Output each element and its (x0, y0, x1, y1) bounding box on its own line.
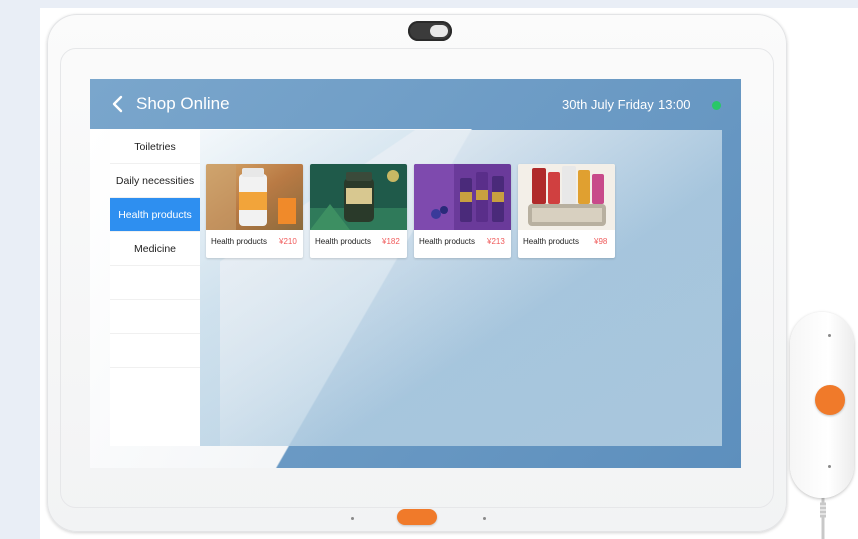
product-price: ¥98 (594, 237, 608, 246)
product-image (414, 164, 511, 230)
product-price: ¥213 (487, 237, 505, 246)
pendant-cable (820, 492, 826, 539)
sidebar-item-medicine[interactable]: Medicine (110, 232, 200, 266)
sidebar-item-label: Health products (118, 208, 192, 221)
page-title: Shop Online (136, 94, 230, 113)
category-sidebar: Toiletries Daily necessities Health prod… (110, 130, 200, 446)
product-label: Health products (523, 237, 580, 246)
sidebar-empty-row (110, 266, 200, 300)
product-card[interactable]: Health products ¥213 (414, 164, 511, 258)
sidebar-item-label: Daily necessities (115, 174, 195, 187)
chevron-left-icon[interactable] (110, 95, 126, 113)
product-image (206, 164, 303, 230)
sidebar-item-daily-necessities[interactable]: Daily necessities (110, 164, 200, 198)
product-image (310, 164, 407, 230)
sidebar-item-health-products[interactable]: Health products (110, 198, 200, 232)
date-label: 30th July Friday (562, 97, 654, 112)
product-card[interactable]: Health products ¥210 (206, 164, 303, 258)
call-button[interactable] (815, 385, 845, 415)
product-label: Health products (211, 237, 268, 246)
indicator-dot (828, 334, 831, 337)
indicator-dot (828, 465, 831, 468)
camera-icon (408, 21, 452, 41)
header-bar: Shop Online 30th July Friday 13:00 (90, 79, 741, 129)
sidebar-item-label: Toiletries (134, 140, 176, 153)
product-label: Health products (315, 237, 372, 246)
sidebar-empty-row (110, 334, 200, 368)
sidebar-item-label: Medicine (133, 242, 177, 255)
indicator-dot (483, 517, 486, 520)
product-image (518, 164, 615, 230)
screen: Shop Online 30th July Friday 13:00 Toile… (90, 79, 741, 468)
home-button[interactable] (397, 509, 437, 525)
product-card[interactable]: Health products ¥98 (518, 164, 615, 258)
product-card[interactable]: Health products ¥182 (310, 164, 407, 258)
sidebar-item-toiletries[interactable]: Toiletries (110, 130, 200, 164)
indicator-dot (351, 517, 354, 520)
sidebar-empty-row (110, 300, 200, 334)
product-label: Health products (419, 237, 476, 246)
status-indicator (712, 101, 721, 110)
time-label: 13:00 (658, 97, 691, 112)
product-price: ¥182 (382, 237, 400, 246)
product-price: ¥210 (279, 237, 297, 246)
content-panel: Toiletries Daily necessities Health prod… (110, 130, 722, 446)
